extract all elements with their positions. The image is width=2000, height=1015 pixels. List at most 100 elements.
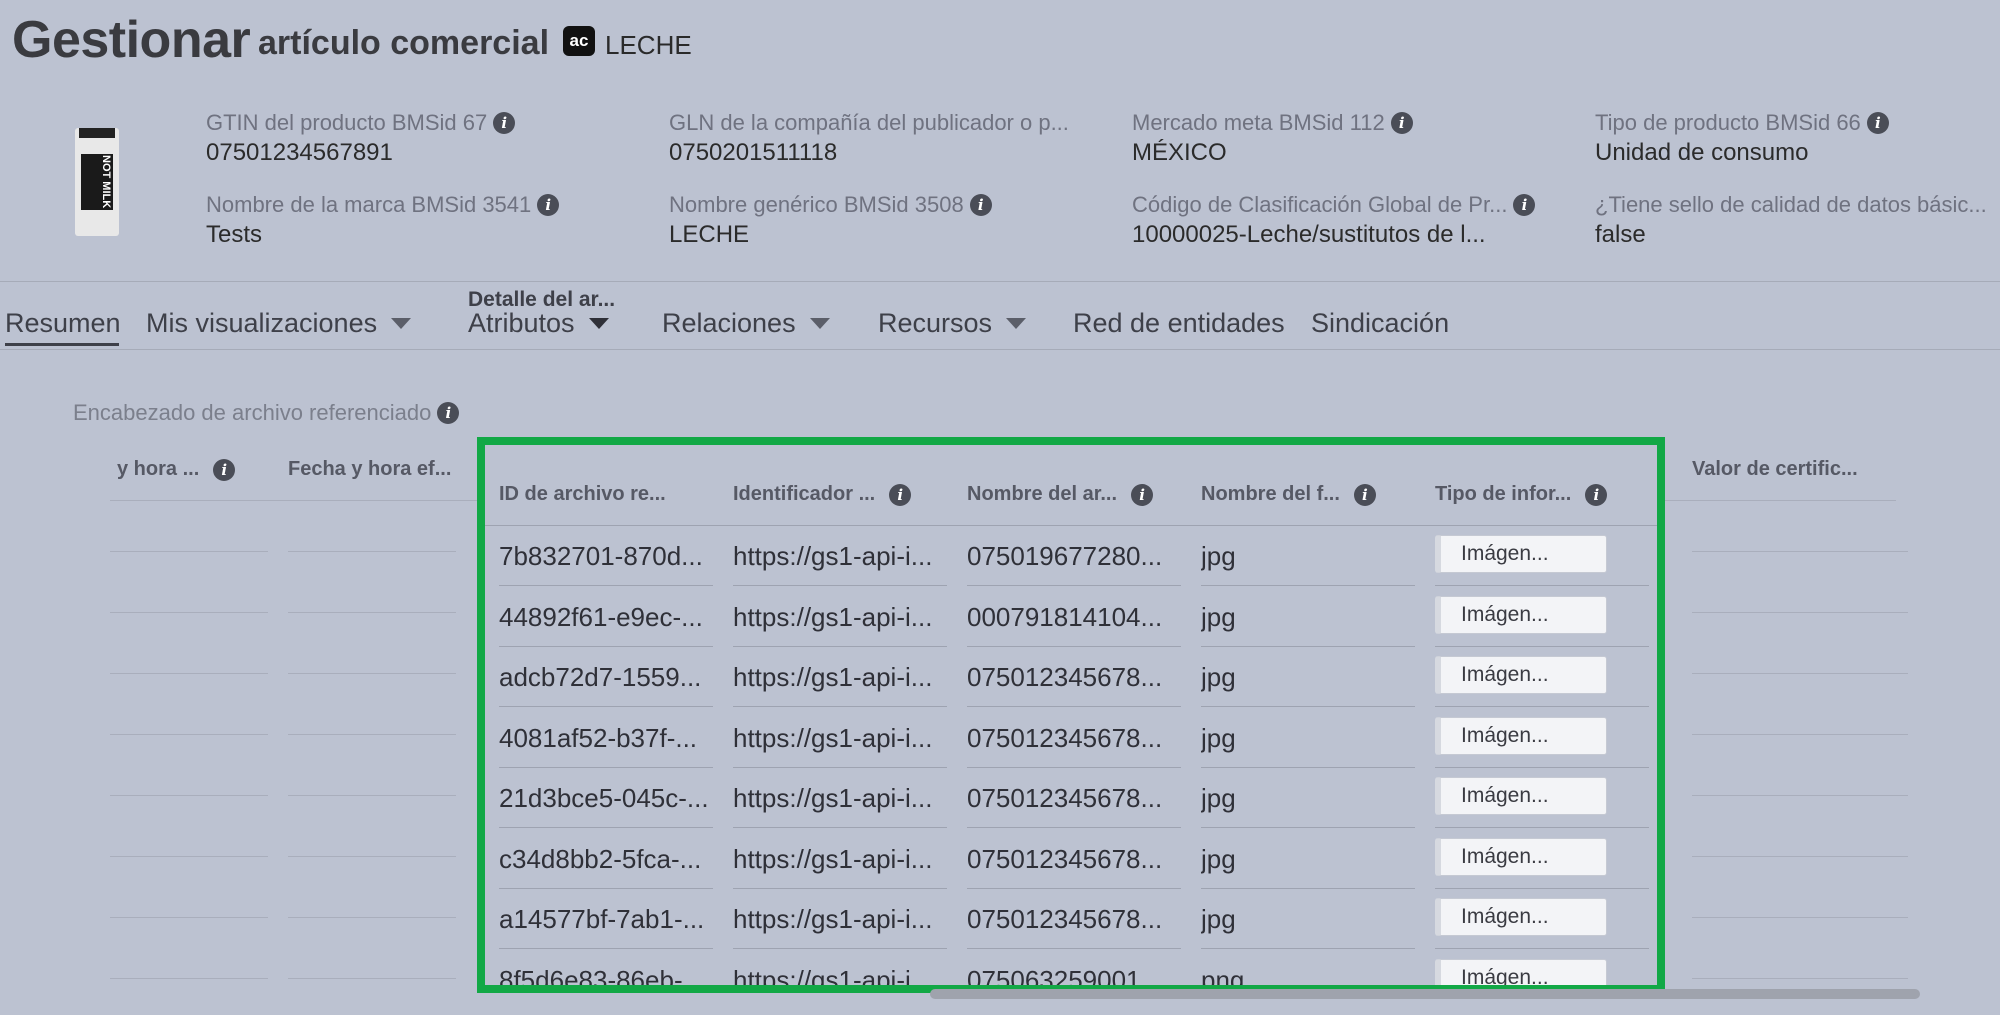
table-cell[interactable]: https://gs1-api-i... (733, 904, 947, 935)
table-cell[interactable]: https://gs1-api-i... (733, 783, 947, 814)
table-cell[interactable]: 075012345678... (967, 662, 1181, 693)
attr-gln: GLN de la compañía del publicador o p...… (669, 110, 1069, 167)
table-cell[interactable]: https://gs1-api-i... (733, 965, 947, 986)
file-type-select[interactable]: Imágen... (1435, 595, 1607, 634)
table-cell-underline (288, 673, 456, 674)
info-icon[interactable]: i (437, 402, 460, 424)
attr-value: Tests (206, 221, 263, 248)
attr-mercado: Mercado meta BMSid 112 i MÉXICO (1132, 110, 1413, 167)
table-cell[interactable]: 44892f61-e9ec-... (499, 602, 713, 633)
file-type-select[interactable]: Imágen... (1435, 535, 1607, 573)
cell-underline (733, 887, 947, 889)
table-cell[interactable]: 7b832701-870d... (499, 541, 713, 572)
attr-label: Mercado meta BMSid 112 (1132, 110, 1385, 135)
file-type-select[interactable]: Imágen... (1435, 898, 1607, 936)
cell-underline (499, 766, 713, 768)
column-header[interactable]: Tipo de infor... i (1435, 483, 1608, 506)
cell-underline (499, 887, 713, 889)
info-icon[interactable]: i (969, 194, 992, 216)
cell-underline (1201, 827, 1415, 828)
table-cell[interactable]: 075012345678... (967, 723, 1181, 754)
column-header[interactable]: Fecha y hora ef... (288, 458, 451, 481)
table-cell-underline (110, 673, 268, 674)
attr-sello-calidad: ¿Tiene sello de calidad de datos básic..… (1595, 192, 1987, 249)
caret-down-icon (391, 318, 412, 329)
table-cell-underline (1692, 917, 1908, 918)
table-cell[interactable]: 21d3bce5-045c-... (499, 783, 713, 814)
ac-badge-icon: ac (563, 26, 595, 56)
table-cell[interactable]: a14577bf-7ab1-... (499, 904, 713, 935)
table-cell-underline (110, 856, 268, 857)
table-cell[interactable]: https://gs1-api-i... (733, 723, 947, 754)
info-icon[interactable]: i (1585, 483, 1608, 506)
attr-label: Código de Clasificación Global de Pr... (1132, 192, 1508, 217)
cell-underline (967, 887, 1181, 889)
cell-underline (733, 706, 947, 707)
column-header[interactable]: Nombre del ar... i (967, 483, 1154, 506)
cell-underline (499, 706, 713, 707)
cell-underline (1435, 948, 1649, 949)
info-icon[interactable]: i (889, 483, 912, 506)
info-icon[interactable]: i (1131, 483, 1154, 506)
column-header[interactable]: Valor de certific... (1692, 458, 1858, 481)
table-cell[interactable]: jpg (1201, 723, 1415, 754)
tab-atributos[interactable]: Atributos (468, 308, 609, 339)
tab-red-de-entidades[interactable]: Red de entidades (1073, 308, 1285, 339)
column-header[interactable]: Identificador ... i (733, 483, 912, 506)
file-type-select[interactable]: Imágen... (1435, 958, 1607, 985)
table-cell-underline (1692, 612, 1908, 613)
cell-underline (499, 645, 713, 647)
item-tag: LECHE (605, 30, 692, 60)
column-header[interactable]: Nombre del f... i (1201, 483, 1376, 506)
info-icon[interactable]: i (1866, 112, 1889, 134)
file-type-select[interactable]: Imágen... (1435, 837, 1607, 876)
attr-label: Tipo de producto BMSid 66 (1595, 110, 1861, 135)
table-cell-underline (1692, 673, 1908, 674)
table-cell[interactable]: 000791814104... (967, 602, 1181, 633)
cell-underline (967, 585, 1181, 586)
attr-value: MÉXICO (1132, 139, 1227, 166)
tab-sindicacion[interactable]: Sindicación (1311, 308, 1449, 339)
info-icon[interactable]: i (1353, 483, 1376, 506)
column-header[interactable]: ID de archivo re... (499, 483, 666, 506)
tab-relaciones[interactable]: Relaciones (662, 308, 830, 339)
info-icon[interactable]: i (1390, 112, 1413, 134)
product-cap (79, 128, 115, 138)
info-icon[interactable]: i (1513, 194, 1536, 216)
table-cell[interactable]: jpg (1201, 904, 1415, 935)
table-cell[interactable]: 075012345678... (967, 783, 1181, 814)
table-cell-underline (110, 734, 268, 735)
info-icon[interactable]: i (537, 194, 560, 216)
table-cell-underline (288, 795, 456, 796)
table-cell[interactable]: adcb72d7-1559... (499, 662, 713, 693)
table-cell[interactable]: 075019677280... (967, 541, 1181, 572)
table-cell[interactable]: https://gs1-api-i... (733, 662, 947, 693)
table-cell[interactable]: 4081af52-b37f-... (499, 723, 713, 754)
table-cell[interactable]: jpg (1201, 602, 1415, 633)
info-icon[interactable]: i (213, 458, 236, 481)
table-cell[interactable]: 8f5d6e83-86eb-... (499, 965, 713, 986)
horizontal-scrollbar[interactable] (930, 989, 1920, 999)
table-cell[interactable]: jpg (1201, 783, 1415, 814)
table-cell[interactable]: c34d8bb2-5fca-... (499, 844, 713, 875)
info-icon[interactable]: i (493, 112, 516, 134)
table-cell[interactable]: jpg (1201, 662, 1415, 693)
tabs-divider (0, 349, 2000, 350)
product-thumbnail[interactable]: NOT MILK (75, 128, 119, 236)
tab-mis-visualizaciones[interactable]: Mis visualizaciones (146, 308, 412, 339)
table-cell[interactable]: https://gs1-api-i... (733, 541, 947, 572)
table-cell[interactable]: jpg (1201, 541, 1415, 572)
column-header[interactable]: y hora ... i (117, 458, 236, 481)
file-type-select[interactable]: Imágen... (1435, 716, 1607, 755)
table-cell[interactable]: 075012345678... (967, 904, 1181, 935)
file-type-select[interactable]: Imágen... (1435, 656, 1607, 694)
tab-resumen[interactable]: Resumen (5, 308, 121, 339)
table-cell-underline (1692, 734, 1908, 735)
file-type-select[interactable]: Imágen... (1435, 777, 1607, 815)
product-label: NOT MILK (81, 154, 113, 210)
table-cell[interactable]: 075012345678... (967, 844, 1181, 875)
table-cell[interactable]: jpg (1201, 844, 1415, 875)
table-cell[interactable]: https://gs1-api-i... (733, 602, 947, 633)
tab-recursos[interactable]: Recursos (878, 308, 1027, 339)
table-cell[interactable]: https://gs1-api-i... (733, 844, 947, 875)
